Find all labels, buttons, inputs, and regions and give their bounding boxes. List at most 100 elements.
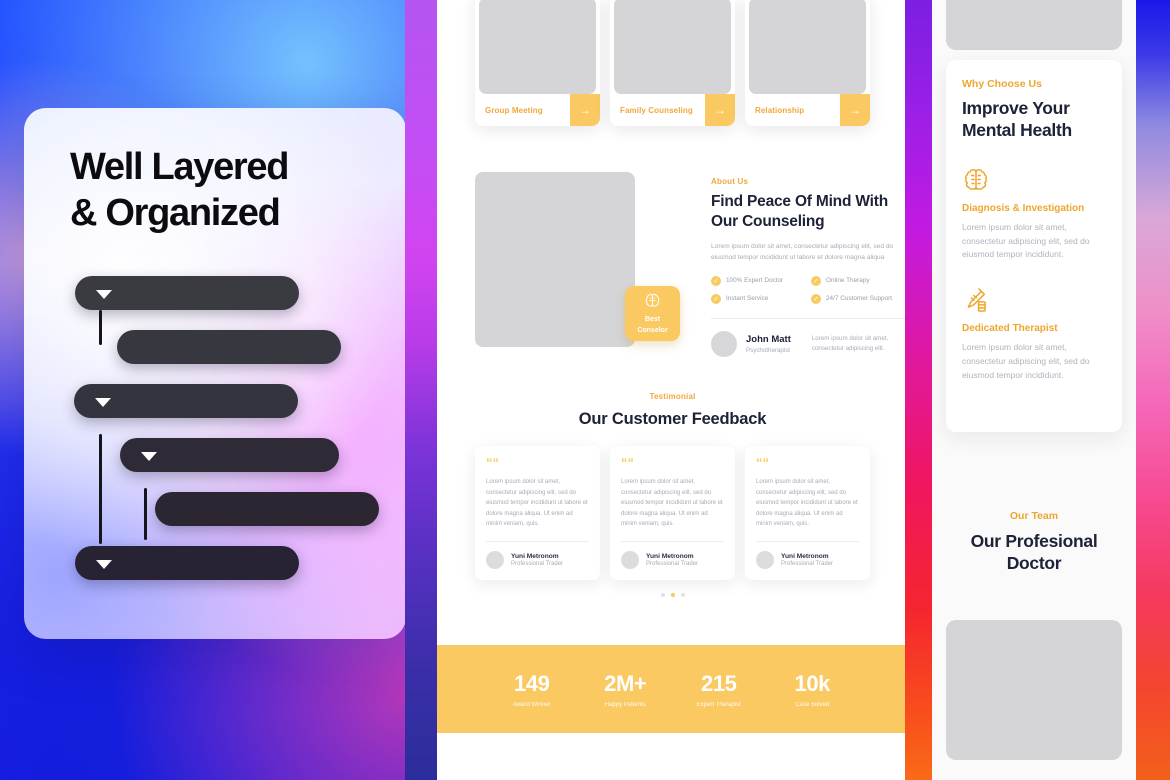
layer-row[interactable] xyxy=(24,546,406,580)
best-conselor-badge: Best Conselor xyxy=(625,286,680,341)
avatar xyxy=(486,550,504,569)
testimonial-author-name: Yuni Metronom xyxy=(781,552,829,560)
about-heading-line-1: Find Peace Of Mind With xyxy=(711,193,888,210)
service-card[interactable]: Family Counseling → xyxy=(610,0,735,126)
checklist-item: ✓ Online Therapy xyxy=(811,275,907,286)
testimonial-author: Yuni Metronom Professional Trader xyxy=(486,550,589,569)
testimonial-card-list: ““ Lorem ipsum dolor sit amet, consectetu… xyxy=(475,446,870,580)
testimonial-carousel-dots[interactable] xyxy=(475,592,870,597)
feature-title: Dedicated Therapist xyxy=(962,323,1058,335)
carousel-dot[interactable] xyxy=(680,592,685,597)
check-circle-icon: ✓ xyxy=(711,293,721,304)
feature-body: Lorem ipsum dolor sit amet, consectetur … xyxy=(962,342,1090,380)
layer-child-2[interactable] xyxy=(155,492,379,526)
stat-value: 215 xyxy=(700,670,737,696)
team-eyebrow: Our Team xyxy=(1009,510,1059,522)
carousel-dot[interactable] xyxy=(660,592,665,597)
checklist-label: Instant Service xyxy=(726,295,769,303)
layer-row[interactable] xyxy=(24,330,406,364)
about-image-placeholder xyxy=(475,172,635,347)
feature-diagnosis: Diagnosis & Investigation Lorem ipsum do… xyxy=(962,164,1106,262)
right-gradient-sliver xyxy=(905,0,932,780)
testimonial-divider xyxy=(486,540,589,542)
middle-gradient-sliver xyxy=(405,0,437,780)
doctor-name: John Matt xyxy=(746,333,791,345)
arrow-right-icon[interactable]: → xyxy=(705,94,735,126)
testimonial-card: ““ Lorem ipsum dolor sit amet, consectetu… xyxy=(475,446,600,580)
page-title-line-1: Well Layered xyxy=(70,146,289,188)
service-label: Relationship xyxy=(755,105,805,115)
avatar xyxy=(621,550,639,569)
service-card-footer: Relationship → xyxy=(745,94,870,126)
why-eyebrow: Why Choose Us xyxy=(962,78,1042,90)
checklist-label: 100% Expert Doctor xyxy=(726,277,784,285)
quote-icon: ““ xyxy=(621,455,634,470)
far-right-gradient-backdrop xyxy=(1136,0,1170,780)
doctor-role: Psychotherapist xyxy=(746,346,791,354)
about-text-column: About Us Find Peace Of Mind With Our Cou… xyxy=(711,177,907,357)
checklist-item: ✓ Instant Service xyxy=(711,293,811,304)
layer-row[interactable] xyxy=(24,438,406,472)
stats-bar: 149 Award Winner 2M+ Happy Patients 215 Exper… xyxy=(437,645,907,733)
feature-title: Diagnosis & Investigation xyxy=(962,202,1085,214)
layer-indent-guide xyxy=(99,434,102,544)
right-hero-image-placeholder xyxy=(946,0,1122,50)
arrow-right-icon[interactable]: → xyxy=(570,94,600,126)
checklist-label: Online Therapy xyxy=(826,277,870,285)
check-circle-icon: ✓ xyxy=(811,293,821,304)
avatar xyxy=(756,550,774,569)
layer-child-1[interactable] xyxy=(117,330,341,364)
stat-value: 2M+ xyxy=(604,670,647,696)
caret-down-icon[interactable] xyxy=(96,290,112,299)
testimonial-card: ““ Lorem ipsum dolor sit amet, consectetu… xyxy=(745,446,870,580)
checklist-label: 24/7 Customer Support xyxy=(826,295,893,303)
why-heading-line-2: Mental Health xyxy=(962,120,1072,141)
about-heading: Find Peace Of Mind With Our Counseling xyxy=(711,192,907,233)
feature-therapist: Dedicated Therapist Lorem ipsum dolor si… xyxy=(962,284,1106,382)
check-circle-icon: ✓ xyxy=(811,275,821,286)
page-title-line-2: & Organized xyxy=(70,192,281,235)
team-heading-line-1: Our Profesional xyxy=(970,531,1098,551)
syringe-icon xyxy=(962,284,1106,314)
testimonial-body: Lorem ipsum dolor sit amet, consectetur … xyxy=(621,479,723,528)
service-label: Family Counseling xyxy=(620,105,693,115)
caret-down-icon[interactable] xyxy=(95,398,111,407)
layer-row[interactable] xyxy=(24,492,406,526)
caret-down-icon[interactable] xyxy=(141,452,157,461)
about-heading-line-2: Our Counseling xyxy=(711,213,825,231)
stat-value: 10k xyxy=(794,670,830,696)
arrow-right-icon[interactable]: → xyxy=(840,94,870,126)
stat-item: 10k Case Solved xyxy=(766,671,860,708)
badge-label-line-1: Best xyxy=(644,316,661,324)
service-card[interactable]: Group Meeting → xyxy=(475,0,600,126)
testimonial-author-role: Professional Trader xyxy=(781,560,834,567)
stat-item: 149 Award Winner xyxy=(485,671,579,708)
service-thumbnail xyxy=(749,0,866,94)
caret-down-icon[interactable] xyxy=(96,560,112,569)
testimonial-author-name: Yuni Metronom xyxy=(646,552,694,560)
layer-row[interactable] xyxy=(24,276,406,310)
layers-list xyxy=(24,276,406,600)
service-card-footer: Family Counseling → xyxy=(610,94,735,126)
layer-group-2[interactable] xyxy=(74,384,298,418)
carousel-dot[interactable] xyxy=(670,592,675,597)
brain-icon xyxy=(644,292,661,314)
middle-landing-page: Group Meeting → Family Counseling → Relation… xyxy=(437,0,907,780)
stat-label: Award Winner xyxy=(512,701,551,708)
testimonial-author-role: Professional Trader xyxy=(646,560,699,567)
service-card-footer: Group Meeting → xyxy=(475,94,600,126)
service-card[interactable]: Relationship → xyxy=(745,0,870,126)
layer-group-1[interactable] xyxy=(75,276,299,310)
why-heading: Improve Your Mental Health xyxy=(962,97,1106,142)
layer-group-4[interactable] xyxy=(75,546,299,580)
stat-item: 215 Expert Therapist xyxy=(672,671,766,708)
about-checklist: ✓ 100% Expert Doctor ✓ Online Therapy ✓ Insta… xyxy=(711,275,907,304)
checklist-item: ✓ 24/7 Customer Support xyxy=(811,293,907,304)
badge-label-line-2: Conselor xyxy=(637,326,668,334)
quote-icon: ““ xyxy=(756,455,769,470)
about-eyebrow: About Us xyxy=(711,177,749,186)
layer-group-3[interactable] xyxy=(120,438,339,472)
layer-row[interactable] xyxy=(24,384,406,418)
team-heading: Our Profesional Doctor xyxy=(946,530,1122,575)
testimonial-author: Yuni Metronom Professional Trader xyxy=(756,550,859,569)
